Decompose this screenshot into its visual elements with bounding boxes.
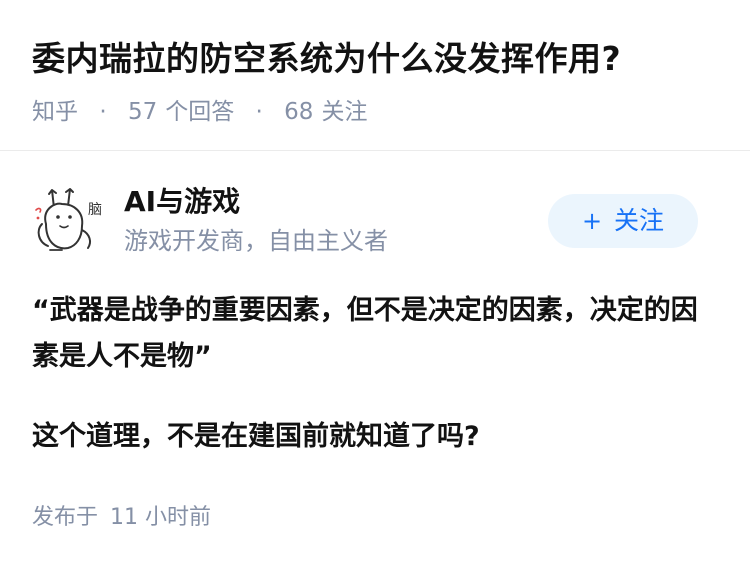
- question-title[interactable]: 委内瑞拉的防空系统为什么没发挥作用?: [32, 36, 722, 82]
- avatar-doodle-text: 脑: [88, 202, 102, 218]
- question-header: 委内瑞拉的防空系统为什么没发挥作用? 知乎 · 57 个回答 · 68 关注: [32, 36, 722, 128]
- cartoon-rabbit-avatar-icon[interactable]: 脑: [32, 184, 106, 258]
- author-info: AI与游戏 游戏开发商，自由主义者: [124, 184, 544, 258]
- meta-separator: ·: [99, 99, 107, 125]
- question-meta: 知乎 · 57 个回答 · 68 关注: [32, 96, 722, 128]
- publish-label: 发布于: [32, 505, 99, 530]
- answer-paragraph-quote: “武器是战争的重要因素，但不是决定的因素，决定的因素是人不是物”: [32, 295, 698, 372]
- plus-icon: +: [581, 207, 603, 235]
- author-name[interactable]: AI与游戏: [124, 184, 544, 220]
- answer-count[interactable]: 57: [128, 99, 157, 125]
- source-label[interactable]: 知乎: [32, 99, 78, 125]
- follower-count: 68: [284, 99, 314, 125]
- author-row: 脑 AI与游戏 游戏开发商，自由主义者 + 关注: [32, 184, 718, 262]
- answer-content[interactable]: “武器是战争的重要因素，但不是决定的因素，决定的因素是人不是物” 这个道理，不是…: [32, 288, 722, 460]
- follow-button[interactable]: + 关注: [548, 194, 698, 248]
- section-divider: [0, 150, 750, 151]
- publish-time: 11 小时前: [110, 505, 212, 530]
- follower-count-label: 关注: [321, 99, 368, 125]
- publish-info: 发布于 11 小时前: [32, 502, 211, 534]
- meta-separator: ·: [255, 99, 263, 125]
- follow-button-label: 关注: [614, 206, 665, 235]
- answer-paragraph-question: 这个道理，不是在建国前就知道了吗?: [32, 421, 480, 452]
- answer-count-label[interactable]: 个回答: [165, 99, 234, 125]
- author-bio: 游戏开发商，自由主义者: [124, 227, 388, 255]
